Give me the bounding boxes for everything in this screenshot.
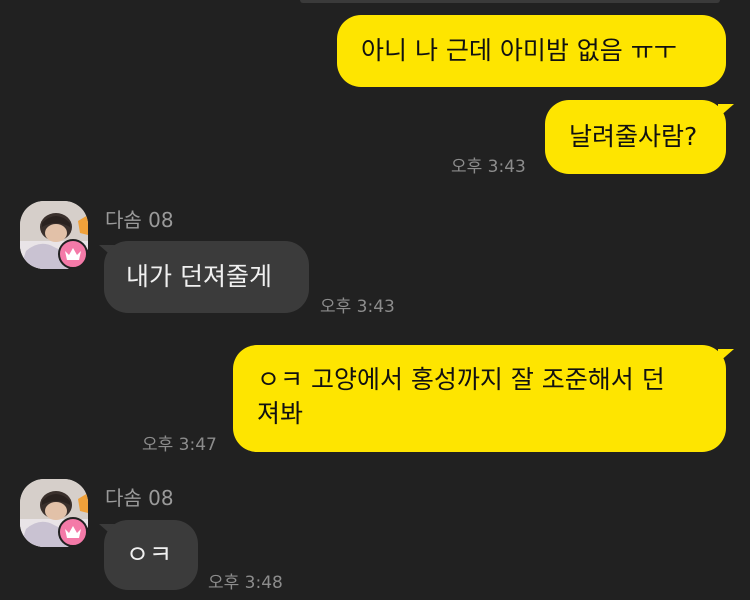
- message-text-line-1: ㅇㅋ 고양에서 홍성까지 잘 조준해서 던: [257, 365, 665, 394]
- message-text-line-2: 져봐: [257, 399, 304, 428]
- message-text: 날려줄사람?: [569, 122, 698, 151]
- message-timestamp: 오후 3:48: [208, 573, 283, 593]
- bubble-tail: [718, 104, 734, 118]
- crown-icon: [65, 526, 81, 538]
- crown-badge: [58, 517, 88, 547]
- my-message-bubble[interactable]: 날려줄사람?: [545, 100, 726, 174]
- friend-message-bubble[interactable]: ㅇㅋ: [104, 520, 198, 590]
- friend-message-bubble[interactable]: 내가 던져줄게: [104, 241, 309, 313]
- sender-name: 다솜 08: [105, 486, 174, 510]
- message-timestamp: 오후 3:47: [142, 435, 217, 455]
- sender-name: 다솜 08: [105, 208, 174, 232]
- message-text: 아니 나 근데 아미밤 없음 ㅠㅜ: [361, 36, 677, 65]
- my-message-bubble[interactable]: ㅇㅋ 고양에서 홍성까지 잘 조준해서 던 져봐: [233, 345, 726, 452]
- message-timestamp: 오후 3:43: [320, 297, 395, 317]
- previous-message-edge: [300, 0, 720, 3]
- message-text: 내가 던져줄게: [126, 262, 272, 291]
- crown-badge: [58, 239, 88, 269]
- bubble-tail: [718, 349, 734, 363]
- message-timestamp: 오후 3:43: [451, 157, 526, 177]
- my-message-bubble[interactable]: 아니 나 근데 아미밤 없음 ㅠㅜ: [337, 15, 726, 87]
- message-text: ㅇㅋ: [126, 540, 173, 569]
- crown-icon: [65, 248, 81, 260]
